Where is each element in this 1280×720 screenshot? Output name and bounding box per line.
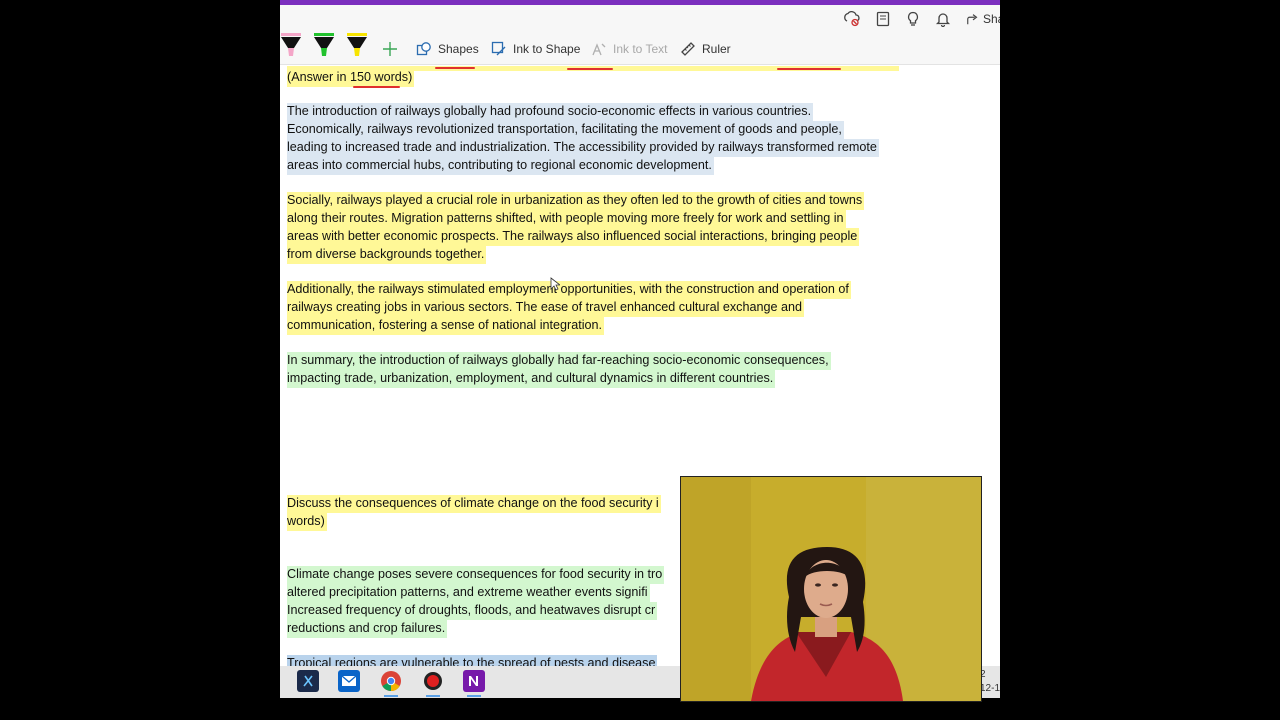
sync-icon[interactable] xyxy=(844,11,860,27)
onenote-icon[interactable] xyxy=(463,670,485,692)
ruler-button[interactable]: Ruler xyxy=(680,39,731,59)
ink-to-shape-icon xyxy=(491,41,506,56)
top-bar: Sha xyxy=(280,5,1000,33)
chrome-icon[interactable] xyxy=(380,670,402,692)
paragraph-economic[interactable]: The introduction of railways globally ha… xyxy=(287,103,879,175)
ink-underline xyxy=(777,68,841,70)
paragraph-social[interactable]: Socially, railways played a crucial role… xyxy=(287,192,865,264)
pink-highlighter-icon[interactable] xyxy=(280,33,304,61)
answer-length-line: (Answer in 150 words) xyxy=(287,69,415,87)
mouse-cursor-icon xyxy=(550,277,560,291)
active-app-indicator xyxy=(426,695,440,697)
text-line: from diverse backgrounds together. xyxy=(287,245,487,264)
ink-underline xyxy=(567,68,613,70)
green-highlighter-icon[interactable] xyxy=(311,33,337,61)
share-icon xyxy=(967,14,978,25)
ruler-label: Ruler xyxy=(702,42,731,56)
text-line: Climate change poses severe consequences… xyxy=(287,566,665,584)
ruler-icon xyxy=(681,42,695,56)
clock-time: 2 xyxy=(980,669,986,680)
text-line: Discuss the consequences of climate chan… xyxy=(287,495,661,513)
answer-length-note: (Answer in 150 words) xyxy=(287,69,415,87)
ink-to-shape-label: Ink to Shape xyxy=(513,42,581,56)
add-pen-icon[interactable] xyxy=(380,39,400,59)
screen-recorder-icon[interactable] xyxy=(422,670,444,692)
text-line: altered precipitation patterns, and extr… xyxy=(287,583,650,602)
shapes-label: Shapes xyxy=(438,42,479,56)
ink-underline xyxy=(353,86,400,88)
notebook-icon[interactable] xyxy=(875,11,891,27)
paragraph-climate-answer[interactable]: Climate change poses severe consequences… xyxy=(287,566,665,638)
lightbulb-icon[interactable] xyxy=(905,11,921,27)
ink-to-shape-button[interactable]: Ink to Shape xyxy=(491,39,580,59)
paragraph-employment[interactable]: Additionally, the railways stimulated em… xyxy=(287,281,851,335)
paragraph-summary[interactable]: In summary, the introduction of railways… xyxy=(287,352,831,388)
ink-underline xyxy=(435,67,475,69)
ink-to-text-label: Ink to Text xyxy=(613,42,668,56)
text-line: Increased frequency of droughts, floods,… xyxy=(287,601,658,620)
text-line: along their routes. Migration patterns s… xyxy=(287,209,846,228)
paragraph-pests-partial[interactable]: Tropical regions are vulnerable to the s… xyxy=(287,655,658,666)
text-line: Tropical regions are vulnerable to the s… xyxy=(287,655,658,666)
ink-to-text-icon xyxy=(592,43,606,56)
yellow-highlighter-icon[interactable] xyxy=(344,33,370,61)
text-line: leading to increased trade and industria… xyxy=(287,138,879,157)
shapes-icon xyxy=(416,42,431,56)
text-line: Socially, railways played a crucial role… xyxy=(287,192,865,210)
text-line: The introduction of railways globally ha… xyxy=(287,103,814,121)
active-app-indicator xyxy=(384,695,398,697)
text-line: Additionally, the railways stimulated em… xyxy=(287,281,851,299)
presenter-video xyxy=(681,477,981,701)
text-line: communication, fostering a sense of nati… xyxy=(287,316,605,335)
text-line: impacting trade, urbanization, employmen… xyxy=(287,369,776,388)
active-app-indicator xyxy=(467,695,481,697)
bell-icon[interactable] xyxy=(935,11,951,28)
text-line: Economically, railways revolutionized tr… xyxy=(287,120,844,139)
shapes-button[interactable]: Shapes xyxy=(416,39,479,59)
share-label: Sha xyxy=(983,12,1000,26)
text-line: reductions and crop failures. xyxy=(287,619,448,638)
text-line: In summary, the introduction of railways… xyxy=(287,352,831,370)
clock-date: 12-1 xyxy=(980,683,1000,694)
snipping-tool-icon[interactable] xyxy=(297,670,319,692)
text-line: areas into commercial hubs, contributing… xyxy=(287,156,714,175)
share-button[interactable]: Sha xyxy=(966,10,1000,28)
text-line: areas with better economic prospects. Th… xyxy=(287,227,860,246)
text-line: railways creating jobs in various sector… xyxy=(287,298,805,317)
draw-ribbon: Shapes Ink to Shape Ink to Text Ruler xyxy=(280,33,1000,65)
text-line: words) xyxy=(287,512,327,531)
question-climate-change[interactable]: Discuss the consequences of climate chan… xyxy=(287,495,661,531)
ink-to-text-button[interactable]: Ink to Text xyxy=(591,39,667,59)
webcam-overlay xyxy=(680,476,982,702)
system-clock[interactable]: 2 12-1 xyxy=(980,668,1000,696)
mail-icon[interactable] xyxy=(338,670,360,692)
